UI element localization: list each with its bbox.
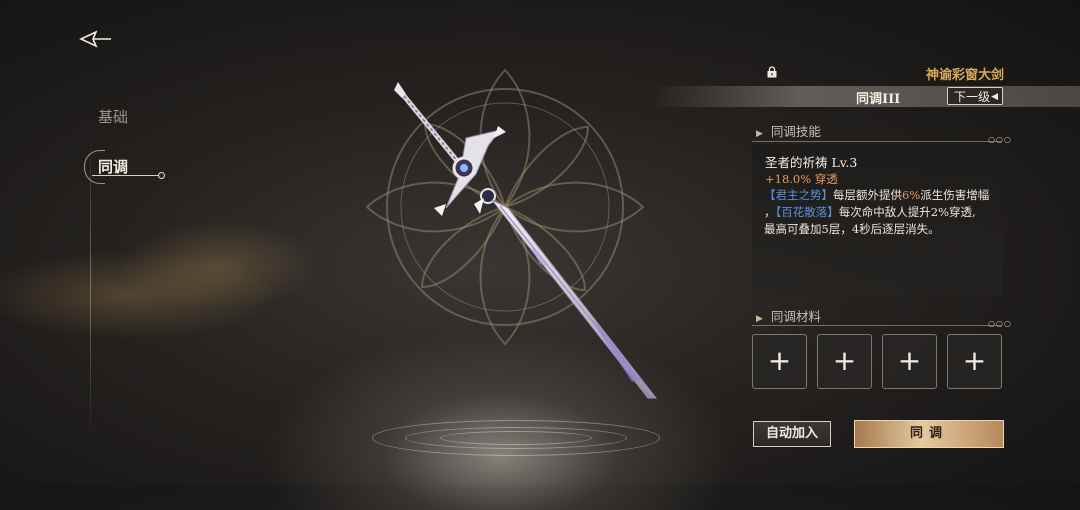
divider-ornament: ○○○ [988,135,1012,144]
keyword-petals: 【百花散落】 [775,205,839,219]
weapon-name: 神谕彩窗大剑 [925,68,1004,83]
back-arrow-icon[interactable] [78,28,114,50]
skill-section-title: 同调技能 [770,124,821,139]
background-dust [120,220,320,310]
desc-text: 每层额外提供 [833,188,902,202]
desc-percent: 6% [902,188,921,202]
next-level-button[interactable]: 下一级 ◀ [947,87,1003,105]
material-slot-2[interactable]: + [817,334,872,389]
nav-active-dot [158,172,165,179]
plus-icon: + [897,344,922,377]
material-slot-3[interactable]: + [882,334,937,389]
sync-button[interactable]: 同调 [854,420,1004,448]
material-slot-1[interactable]: + [752,334,807,389]
sync-level-label: 同调III [856,92,901,107]
desc-text: ， [764,205,776,219]
section-bullet-icon: ▶ [756,129,763,139]
skill-name: 圣者的祈祷 Lv.3 [765,155,858,170]
material-slot-4[interactable]: + [947,334,1002,389]
nav-item-basic[interactable]: 基础 [98,106,128,127]
section-bullet-icon: ▶ [756,314,763,324]
desc-text: 派生伤害增幅 [920,188,990,202]
plus-icon: + [962,344,987,377]
skill-stat: +18.0% 穿透 [765,172,838,186]
desc-text: 最高可叠加5层，4秒后逐层消失。 [764,222,940,236]
greatsword-image [394,82,658,399]
plus-icon: + [832,344,857,377]
glow-ripple [440,431,592,445]
nav-active-underline [92,175,160,176]
nav-item-sync[interactable]: 同调 [98,156,128,177]
next-level-label: 下一级 [954,90,991,104]
section-divider [752,141,1002,142]
auto-add-button[interactable]: 自动加入 [753,421,831,447]
plus-icon: + [767,344,792,377]
skill-description: 【君主之势】每层额外提供6%派生伤害增幅 ，【百花散落】每次命中敌人提升2%穿透… [764,187,999,238]
caret-left-icon: ◀ [991,92,998,102]
skill-section-header: ▶ 同调技能 [756,121,821,140]
desc-text: 每次命中敌人提升2%穿透, [838,205,976,219]
material-section-title: 同调材料 [770,309,821,324]
lock-icon[interactable] [766,66,778,78]
divider-ornament: ○○○ [988,319,1012,328]
section-divider [752,325,1002,326]
material-section-header: ▶ 同调材料 [756,306,821,325]
keyword-sovereign: 【君主之势】 [764,188,833,202]
